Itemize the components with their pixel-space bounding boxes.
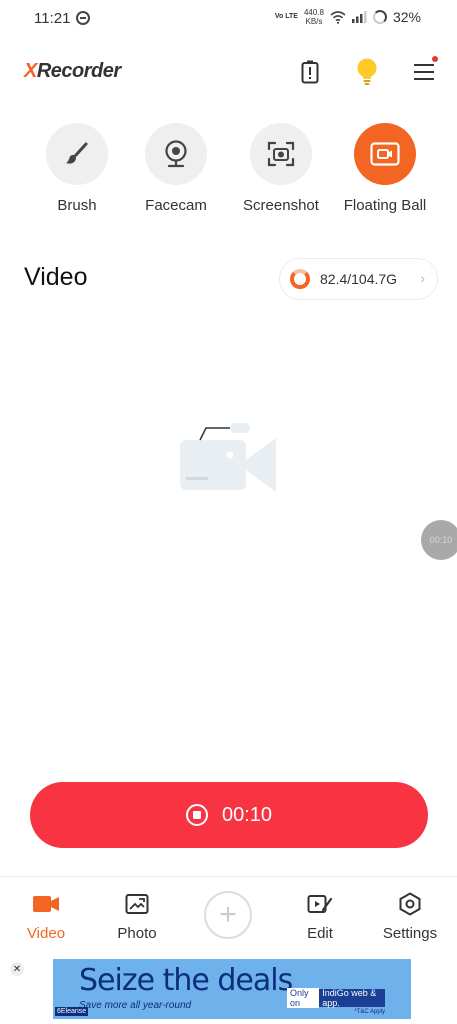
- tool-brush[interactable]: Brush: [22, 123, 132, 214]
- tool-floating-ball-circle: [354, 123, 416, 185]
- photo-icon: [97, 891, 177, 917]
- section-title: Video: [24, 263, 88, 291]
- nav-video[interactable]: Video: [6, 891, 86, 942]
- tool-facecam-circle: [145, 123, 207, 185]
- stop-icon: [185, 804, 208, 826]
- ad-subline: Save more all year-round: [79, 1000, 192, 1011]
- bottom-nav: Video Photo + Edit Settings: [0, 876, 457, 954]
- screenshot-icon: [267, 141, 295, 167]
- battery-icon: [372, 10, 387, 24]
- record-stop-button[interactable]: 00:10: [30, 782, 428, 848]
- nav-photo-label: Photo: [117, 925, 157, 942]
- close-icon: ✕: [12, 963, 22, 975]
- tool-facecam-label: Facecam: [145, 197, 207, 214]
- status-bar: 11:21 Vo LTE 440.8 KB/s 32%: [0, 0, 457, 38]
- notification-dot: [432, 56, 438, 62]
- record-time: 00:10: [221, 803, 273, 826]
- wifi-icon: [330, 10, 346, 24]
- settings-icon: [370, 891, 450, 917]
- storage-ring-icon: [290, 269, 310, 289]
- menu-button[interactable]: [410, 56, 438, 86]
- hamburger-menu-icon: [414, 64, 434, 80]
- ad-banner[interactable]: Seize the deals Save more all year-round…: [53, 959, 411, 1019]
- nav-edit-label: Edit: [307, 925, 333, 942]
- video-camera-placeholder-icon: [180, 423, 276, 492]
- nav-photo[interactable]: Photo: [97, 891, 177, 942]
- tips-button[interactable]: [353, 58, 381, 86]
- nav-settings[interactable]: Settings: [370, 891, 450, 942]
- tools-row: Brush Facecam Screenshot Floating Ball: [0, 123, 457, 223]
- ad-area: ✕ Seize the deals Save more all year-rou…: [0, 954, 457, 1024]
- video-camera-icon: [6, 891, 86, 917]
- tool-floating-ball[interactable]: Floating Ball: [330, 123, 440, 214]
- status-indicators: Vo LTE 440.8 KB/s 32%: [275, 8, 421, 26]
- signal-icon: [351, 11, 367, 23]
- storage-button[interactable]: 82.4/104.7G ›: [279, 258, 438, 300]
- battery-saver-button[interactable]: [296, 58, 324, 86]
- lightbulb-icon: [357, 58, 377, 85]
- storage-text: 82.4/104.7G: [320, 271, 398, 287]
- tool-facecam[interactable]: Facecam: [121, 123, 231, 214]
- network-speed-value: 440.8: [303, 8, 324, 17]
- ad-cta-text: IndiGo web & app.: [322, 988, 377, 1008]
- ad-close-button[interactable]: ✕: [10, 962, 24, 976]
- status-time: 11:21: [34, 10, 71, 27]
- webcam-icon: [165, 140, 187, 168]
- ad-terms: *T&C Apply: [354, 1009, 385, 1015]
- nav-edit[interactable]: Edit: [280, 891, 360, 942]
- edit-icon: [280, 891, 360, 917]
- network-speed: 440.8 KB/s: [304, 8, 324, 26]
- add-button[interactable]: +: [204, 891, 252, 939]
- chevron-right-icon: ›: [420, 270, 425, 286]
- ad-cta-prefix: Only on: [287, 988, 320, 1008]
- ad-cta: Only on IndiGo web & app.: [287, 988, 385, 1008]
- ad-headline: Seize the deals: [79, 963, 293, 998]
- brush-icon: [66, 142, 88, 164]
- do-not-disturb-icon: [76, 11, 90, 25]
- battery-percent: 32%: [392, 9, 421, 25]
- floating-ball-icon: [370, 142, 400, 166]
- ad-brand: 6Eleanse: [55, 1007, 89, 1016]
- network-speed-unit: KB/s: [305, 17, 323, 26]
- tool-screenshot[interactable]: Screenshot: [226, 123, 336, 214]
- nav-video-label: Video: [26, 925, 66, 942]
- battery-alert-icon: [301, 60, 319, 84]
- floating-timer-ball[interactable]: 00:10: [421, 520, 457, 560]
- tool-screenshot-circle: [250, 123, 312, 185]
- plus-icon: +: [219, 898, 237, 931]
- tool-screenshot-label: Screenshot: [243, 197, 319, 214]
- app-logo: XRecorder: [24, 60, 121, 82]
- tool-brush-label: Brush: [57, 197, 97, 214]
- app-header: XRecorder: [0, 50, 457, 96]
- volte-label: Vo LTE: [274, 13, 298, 20]
- empty-video-illustration: [178, 420, 278, 495]
- nav-settings-label: Settings: [382, 925, 438, 942]
- tool-floating-ball-label: Floating Ball: [343, 197, 427, 214]
- tool-brush-circle: [46, 123, 108, 185]
